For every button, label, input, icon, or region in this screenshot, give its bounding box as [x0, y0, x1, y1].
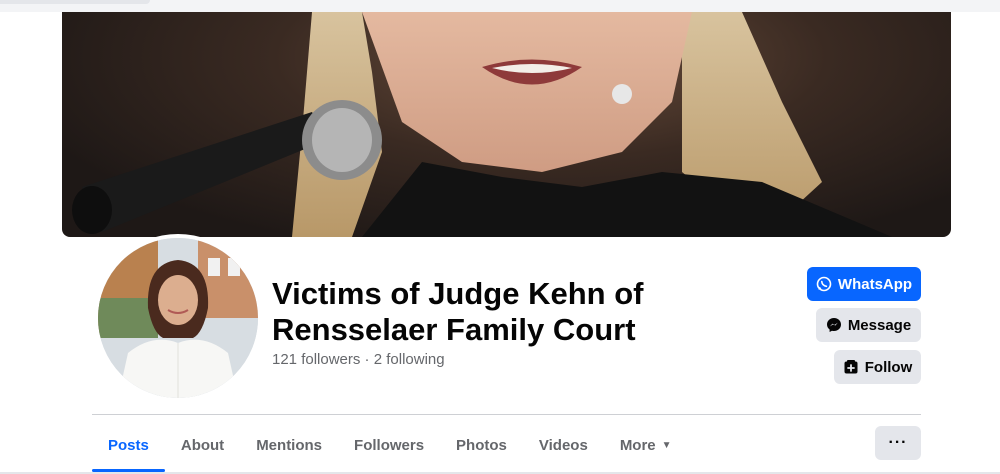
cover-photo[interactable]	[62, 12, 951, 237]
tab-mentions[interactable]: Mentions	[240, 420, 338, 470]
tab-videos[interactable]: Videos	[523, 420, 604, 470]
tabs-divider	[92, 414, 921, 415]
tab-posts[interactable]: Posts	[92, 420, 165, 472]
tab-followers[interactable]: Followers	[338, 420, 440, 470]
more-options-icon: ···	[888, 434, 908, 451]
follow-button[interactable]: Follow	[834, 350, 921, 384]
caret-down-icon: ▼	[661, 439, 672, 451]
whatsapp-button[interactable]: WhatsApp	[807, 267, 921, 301]
tab-label: Posts	[108, 436, 149, 454]
tab-about[interactable]: About	[165, 420, 240, 470]
tab-label: About	[180, 436, 225, 454]
whatsapp-button-label: WhatsApp	[837, 275, 913, 293]
browser-top-strip	[0, 0, 1000, 12]
message-button[interactable]: Message	[816, 308, 921, 342]
tab-label: More	[619, 436, 656, 454]
top-strip-segment	[0, 0, 150, 4]
tab-label: Videos	[538, 436, 588, 454]
whatsapp-icon	[816, 276, 832, 292]
profile-tabs: Posts About Mentions Followers Photos Vi…	[92, 420, 688, 472]
follow-icon	[844, 360, 858, 374]
tab-photos[interactable]: Photos	[440, 420, 523, 470]
more-options-button[interactable]: ···	[875, 426, 921, 460]
follower-stats[interactable]: 121 followers · 2 following	[272, 351, 445, 368]
profile-picture[interactable]	[94, 234, 262, 402]
message-button-label: Message	[847, 316, 912, 334]
follow-button-label: Follow	[864, 358, 913, 376]
tab-label: Mentions	[256, 436, 323, 454]
messenger-icon	[826, 318, 841, 332]
cover-photo-image	[72, 12, 892, 237]
page-title: Victims of Judge Kehn of Rensselaer Fami…	[272, 276, 644, 347]
tab-label: Photos	[456, 436, 507, 454]
tab-label: Followers	[354, 436, 425, 454]
profile-picture-image	[98, 238, 258, 398]
tab-more[interactable]: More ▼	[604, 420, 688, 470]
